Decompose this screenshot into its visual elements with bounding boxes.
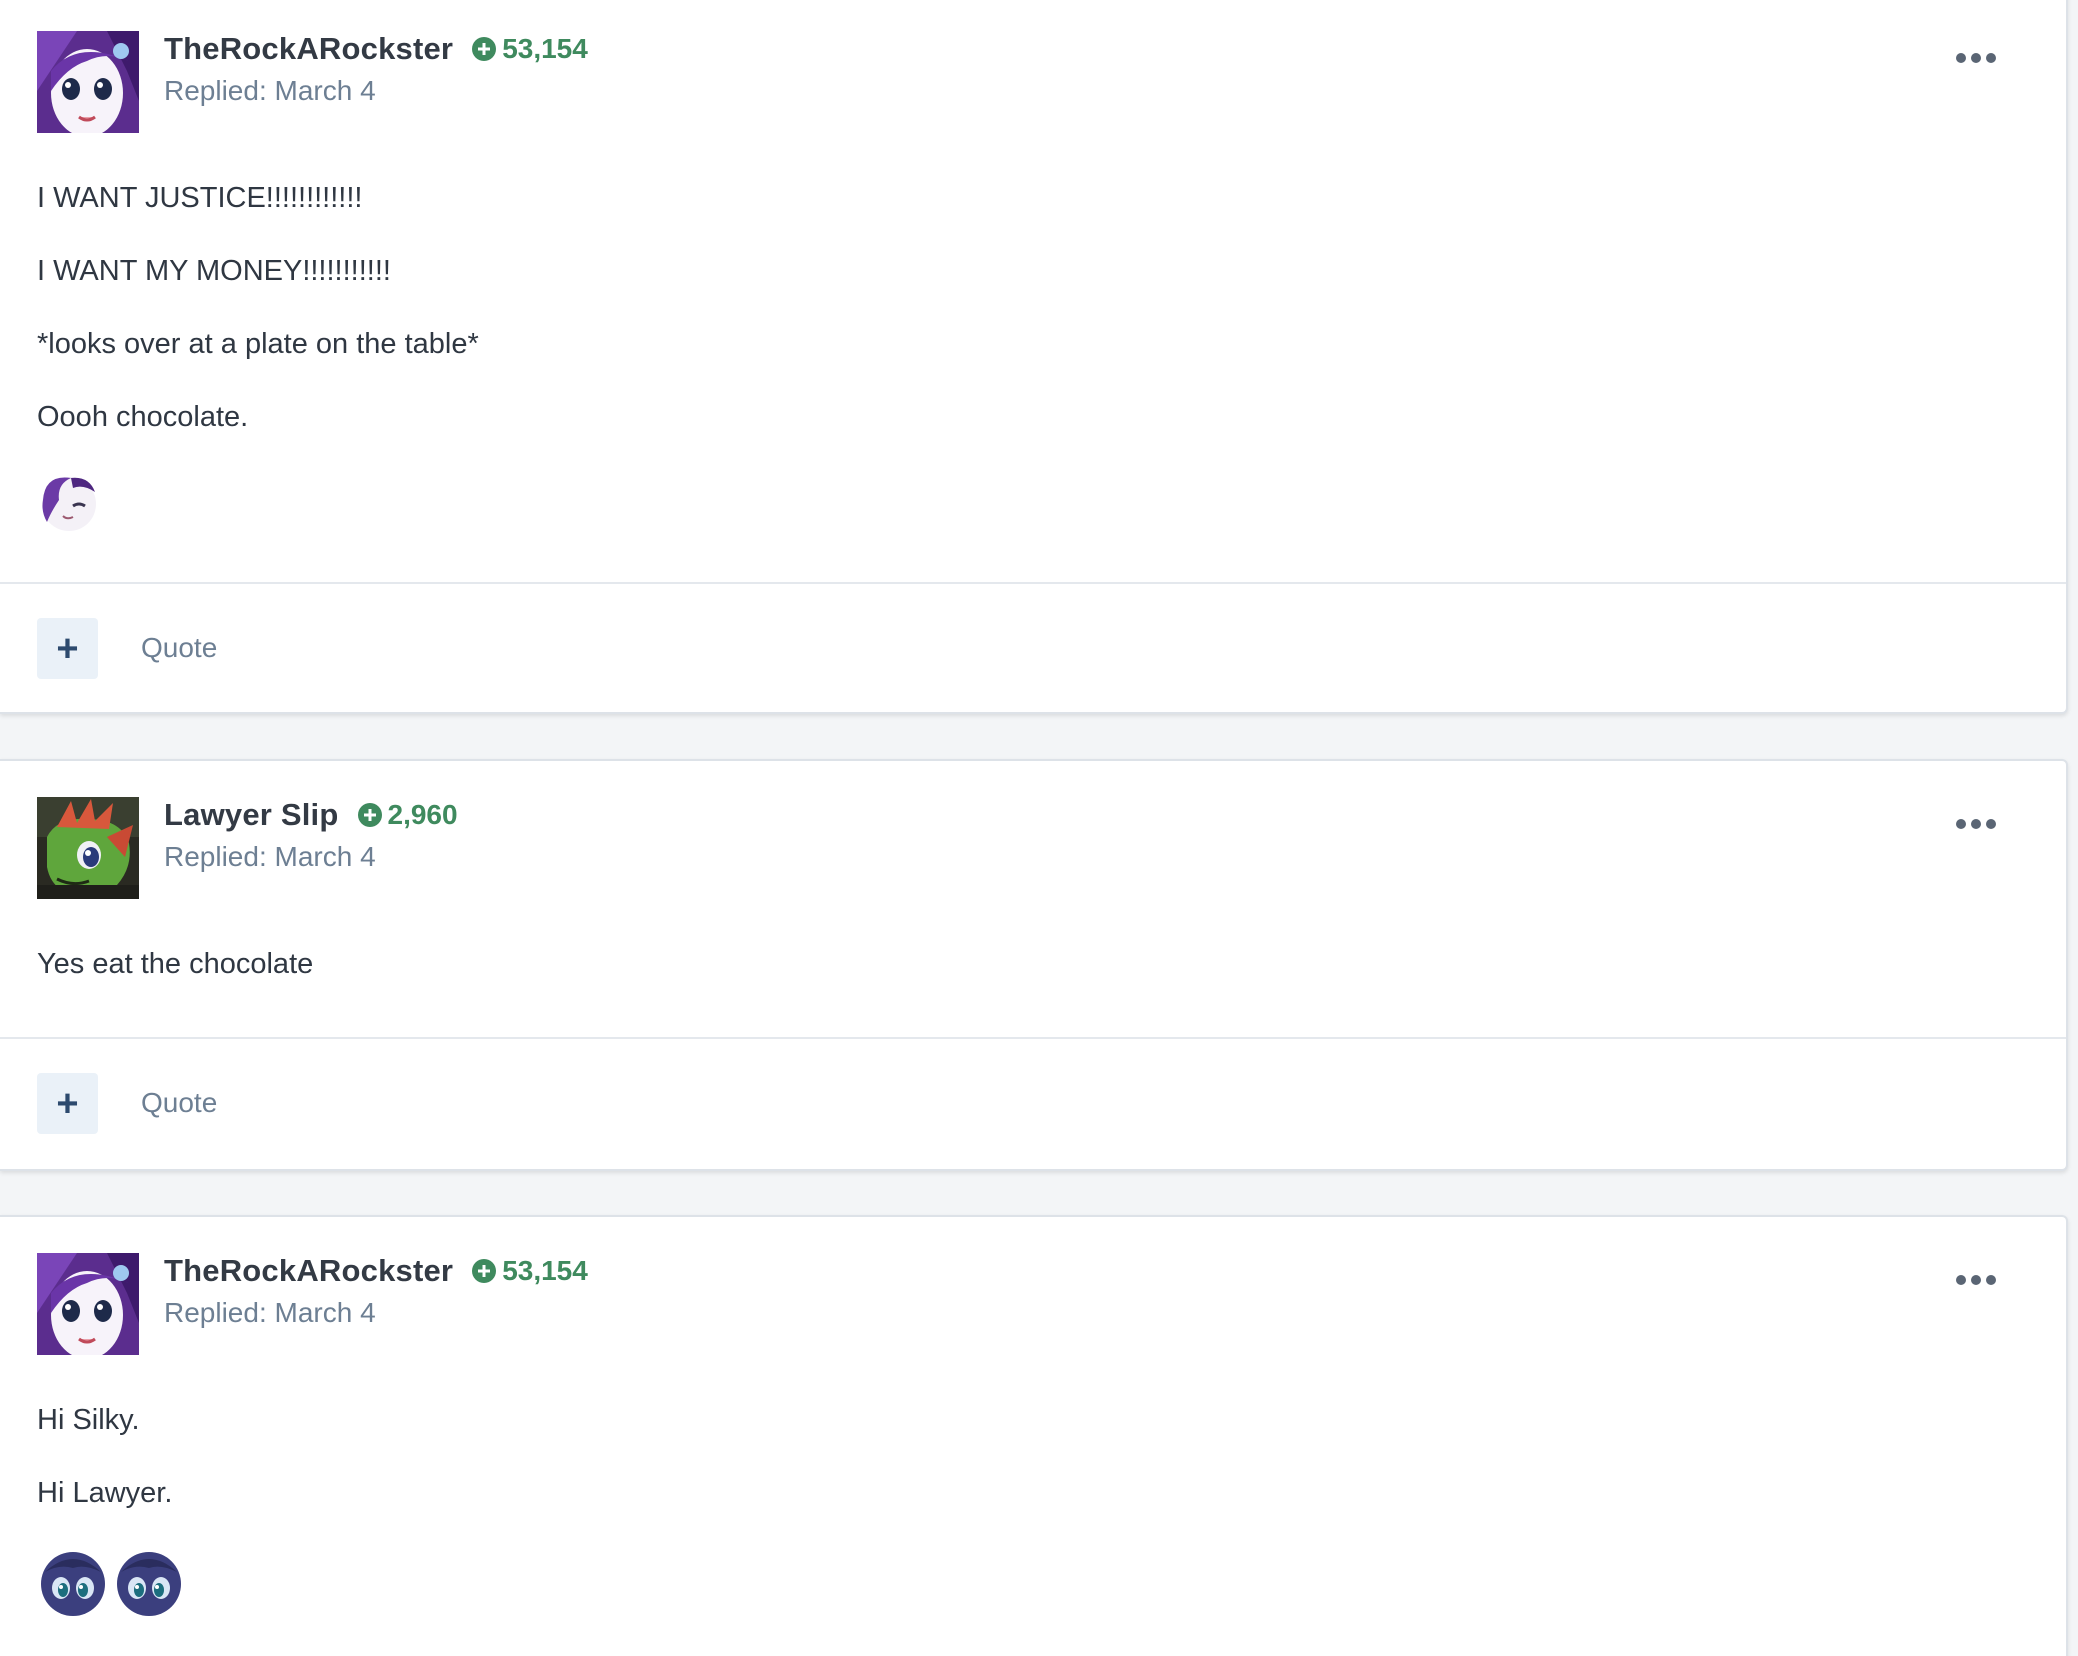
author-name[interactable]: Lawyer Slip: [164, 797, 339, 833]
post-footer: + Quote: [0, 1037, 2066, 1169]
dot: [1971, 819, 1981, 829]
post-body: I WANT JUSTICE!!!!!!!!!!!! I WANT MY MON…: [0, 122, 2066, 534]
post-paragraph: I WANT MY MONEY!!!!!!!!!!!: [37, 255, 391, 287]
reaction-plus-button[interactable]: +: [37, 1073, 98, 1134]
plus-icon: +: [56, 627, 79, 670]
dot: [1986, 819, 1996, 829]
reputation-badge[interactable]: 2,960: [357, 799, 458, 831]
post-card: TheRockARockster 53,154 Replied: March 4…: [0, 1215, 2068, 1656]
post-paragraph: Oooh chocolate.: [37, 401, 249, 433]
post-card: TheRockARockster 53,154 Replied: March 4…: [0, 0, 2068, 714]
post-paragraph: Hi Lawyer.: [37, 1477, 173, 1509]
author-name[interactable]: TheRockARockster: [164, 31, 453, 67]
plus-circle-icon: [357, 803, 382, 827]
post-paragraph: Hi Silky.: [37, 1404, 140, 1436]
dot: [1956, 819, 1966, 829]
author-line: TheRockARockster 53,154: [164, 31, 588, 67]
plus-icon: +: [56, 1082, 79, 1125]
plus-circle-icon: [472, 37, 497, 61]
reputation-count: 2,960: [387, 799, 458, 830]
post-footer: + Quote: [0, 582, 2066, 714]
author-avatar[interactable]: [37, 797, 139, 899]
emoji-row: [37, 470, 2029, 534]
lawyer-slip-avatar-image: [37, 797, 139, 899]
dot: [1971, 1275, 1981, 1285]
post-options-icon[interactable]: [1956, 814, 1996, 834]
rarity-avatar-image: [37, 1253, 139, 1355]
dot: [1956, 1275, 1966, 1285]
post-header: TheRockARockster 53,154 Replied: March 4: [0, 1217, 2066, 1355]
post-options-icon[interactable]: [1956, 1270, 1996, 1290]
luna-face-emoji: [41, 1552, 105, 1616]
quote-button[interactable]: Quote: [141, 1087, 217, 1119]
rarity-avatar-image: [37, 31, 139, 133]
author-line: Lawyer Slip 2,960: [164, 797, 458, 833]
post-paragraph: Yes eat the chocolate: [37, 948, 314, 980]
post-body: Yes eat the chocolate: [0, 889, 2066, 980]
dot: [1971, 53, 1981, 63]
dot: [1986, 53, 1996, 63]
luna-face-emoji: [117, 1552, 181, 1616]
reputation-badge[interactable]: 53,154: [472, 1255, 588, 1287]
reaction-plus-button[interactable]: +: [37, 618, 98, 679]
dot: [1956, 53, 1966, 63]
post-paragraph: I WANT JUSTICE!!!!!!!!!!!!: [37, 182, 363, 214]
post-paragraph: *looks over at a plate on the table*: [37, 328, 479, 360]
author-avatar[interactable]: [37, 1253, 139, 1355]
post-body: Hi Silky. Hi Lawyer.: [0, 1345, 2066, 1618]
quote-button[interactable]: Quote: [141, 632, 217, 664]
plus-circle-icon: [472, 1259, 497, 1283]
reputation-count: 53,154: [502, 33, 588, 64]
dot: [1986, 1275, 1996, 1285]
rarity-wink-emoji: [42, 477, 96, 531]
author-line: TheRockARockster 53,154: [164, 1253, 588, 1289]
post-options-icon[interactable]: [1956, 48, 1996, 68]
reply-date[interactable]: Replied: March 4: [164, 75, 376, 107]
post-feed: TheRockARockster 53,154 Replied: March 4…: [0, 0, 2078, 1656]
reputation-badge[interactable]: 53,154: [472, 33, 588, 65]
reply-date[interactable]: Replied: March 4: [164, 1297, 376, 1329]
reply-date[interactable]: Replied: March 4: [164, 841, 376, 873]
post-header: Lawyer Slip 2,960 Replied: March 4: [0, 761, 2066, 899]
reputation-count: 53,154: [502, 1255, 588, 1286]
emoji-row: [37, 1546, 2029, 1618]
post-card: Lawyer Slip 2,960 Replied: March 4 Yes e…: [0, 759, 2068, 1171]
author-avatar[interactable]: [37, 31, 139, 133]
post-header: TheRockARockster 53,154 Replied: March 4: [0, 0, 2066, 133]
author-name[interactable]: TheRockARockster: [164, 1253, 453, 1289]
